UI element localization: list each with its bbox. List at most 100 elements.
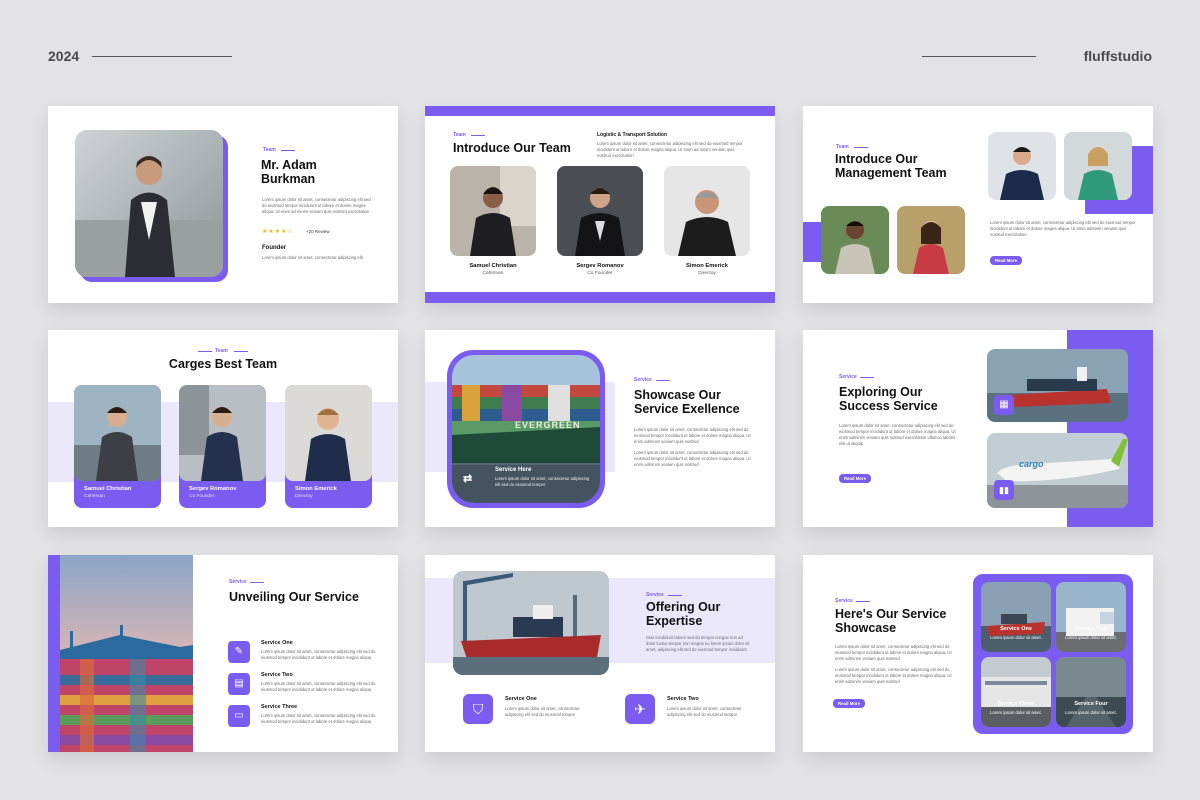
slide-title: Exploring Our Success Service: [839, 385, 938, 413]
service-name-2: Service Two: [261, 672, 293, 678]
slide-title: Carges Best Team: [168, 357, 278, 371]
overlay-title: Service Here: [495, 467, 532, 473]
ship-lettering: EVERGREEN: [515, 420, 581, 430]
plane-lettering: cargo: [1019, 459, 1044, 469]
service-text-2: Lorem ipsum dolor sit amet, consectetur …: [667, 706, 742, 717]
slide-title: Here's Our Service Showcase: [835, 607, 947, 635]
showcase-photo-1: [981, 582, 1051, 652]
slide-adam-burkman[interactable]: Team Mr. Adam Burkman Lorem ipsum dolor …: [48, 106, 398, 303]
slide-tag: Service: [839, 374, 857, 380]
service-text-2: Lorem ipsum dolor sit amet, consectetur …: [261, 681, 376, 692]
top-accent-bar: [425, 106, 775, 116]
port-photo: [60, 555, 193, 752]
team-photo-1: [450, 166, 536, 256]
header-divider-left: [92, 56, 232, 57]
tag-underline-right: [234, 351, 248, 352]
member-name-3: Simon Emerick: [686, 263, 728, 269]
slide-body-text-1: Lorem ipsum dolor sit amet, consectetur …: [634, 427, 751, 444]
member-role-3: Directoy: [295, 494, 313, 499]
service-name-2: Service Two: [667, 696, 699, 702]
swap-icon: ⇄: [463, 473, 473, 485]
slide-success-service[interactable]: Service Exploring Our Success Service Lo…: [803, 330, 1153, 527]
service-text-3: Lorem ipsum dolor sit amet, consectetur …: [261, 713, 376, 724]
tile-text-3: Lorem ipsum dolor sit amet.: [990, 710, 1042, 715]
tag-underline: [656, 380, 670, 381]
slide-tag: Service: [646, 592, 664, 598]
manager-photo-3: [821, 206, 889, 274]
shield-icon: ⛉: [463, 694, 493, 724]
slide-service-showcase[interactable]: Service Here's Our Service Showcase Lore…: [803, 555, 1153, 752]
member-name-1: Samuel Christian: [469, 263, 517, 269]
member-role-3: Directoy: [698, 271, 716, 276]
slide-body-text-2: Lorem ipsum dolor sit amet, consectetur …: [835, 667, 952, 684]
service-name-1: Service One: [261, 640, 293, 646]
tile-name-3: Service Three: [997, 701, 1035, 707]
slide-introduce-team[interactable]: Team Introduce Our Team Logistic & Trans…: [425, 106, 775, 303]
read-more-button[interactable]: Read More: [839, 474, 871, 483]
slide-tag: Team: [263, 147, 276, 153]
service-name-1: Service One: [505, 696, 537, 702]
edit-icon: ✎: [228, 641, 250, 663]
grid-icon: ▦: [994, 395, 1014, 415]
harbor-photo: [453, 571, 609, 675]
read-more-button[interactable]: Read More: [990, 256, 1022, 265]
slide-tag: Service: [835, 598, 853, 604]
slide-tag: Team: [215, 348, 228, 354]
member-role-1: Cahirman: [482, 271, 504, 276]
tag-underline-left: [198, 351, 212, 352]
year-label: 2024: [48, 48, 80, 64]
member-name-3: Simon Emerick: [295, 486, 337, 492]
slide-body-text: Duis incididunt labore sed do tempor con…: [646, 635, 750, 652]
tag-underline: [471, 135, 485, 136]
tile-text-2: Lorem ipsum dolor sit amet.: [1065, 635, 1117, 640]
tag-underline: [856, 601, 870, 602]
team-photo-2: [179, 385, 266, 481]
member-role-2: Co Founder: [189, 494, 215, 499]
tag-underline: [860, 377, 874, 378]
folder-icon: ▭: [228, 705, 250, 727]
slide-title: Introduce Our Management Team: [835, 152, 947, 180]
slide-body-text: Lorem ipsum dolor sit amet, consectetur …: [990, 220, 1136, 237]
tag-underline: [668, 595, 682, 596]
review-count: +20 Review: [306, 229, 330, 234]
slide-unveiling-service[interactable]: Service Unveiling Our Service ✎ ▤ ▭ Serv…: [48, 555, 398, 752]
member-name-1: Samuel Christian: [84, 486, 132, 492]
slide-subtitle: Logistic & Transport Solution: [597, 132, 667, 138]
slide-service-excellence[interactable]: EVERGREEN ⇄ Service Here Lorem ipsum dol…: [425, 330, 775, 527]
slide-title: Introduce Our Team: [453, 141, 571, 155]
read-more-button[interactable]: Read More: [833, 699, 865, 708]
manager-photo-4: [897, 206, 965, 274]
showcase-photo-4: [1056, 657, 1126, 727]
left-accent-bar: [48, 555, 60, 752]
header-divider-right: [922, 56, 1036, 57]
manager-photo-1: [988, 132, 1056, 200]
tile-name-1: Service One: [1000, 626, 1032, 632]
tag-underline: [250, 582, 264, 583]
tag-underline: [281, 150, 295, 151]
team-photo-2: [557, 166, 643, 256]
slide-title: Unveiling Our Service: [229, 590, 359, 604]
slide-offering-expertise[interactable]: Service Offering Our Expertise Duis inci…: [425, 555, 775, 752]
star-rating: ★★★★☆: [262, 229, 294, 235]
member-name-2: Sergev Romanov: [576, 263, 624, 269]
tag-underline: [854, 147, 868, 148]
document-icon: ▤: [228, 673, 250, 695]
service-text-1: Lorem ipsum dolor sit amet, consectetur …: [261, 649, 376, 660]
manager-photo-2: [1064, 132, 1132, 200]
showcase-photo-2: [1056, 582, 1126, 652]
slide-tag: Service: [634, 377, 652, 383]
member-name-2: Sergev Romanov: [189, 486, 237, 492]
service-name-3: Service Three: [261, 704, 298, 710]
slide-title: Offering Our Expertise: [646, 600, 721, 628]
slide-body-text-1: Lorem ipsum dolor sit amet, consectetur …: [835, 644, 952, 661]
airplane-icon: ✈: [625, 694, 655, 724]
slide-management-team[interactable]: Team Introduce Our Management Team Lorem…: [803, 106, 1153, 303]
portrait-photo: [75, 130, 223, 277]
tile-text-4: Lorem ipsum dolor sit amet.: [1065, 710, 1117, 715]
member-role-2: Co Founder: [587, 271, 613, 276]
service-text-1: Lorem ipsum dolor sit amet, consectetur …: [505, 706, 580, 717]
role-text: Lorem ipsum dolor sit amet, consectetur …: [262, 255, 364, 260]
slide-carges-best-team[interactable]: Team Carges Best Team Samuel Christian C…: [48, 330, 398, 527]
team-photo-3: [285, 385, 372, 481]
slide-body-text: Lorem ipsum dolor sit amet, consectetur …: [839, 423, 956, 446]
